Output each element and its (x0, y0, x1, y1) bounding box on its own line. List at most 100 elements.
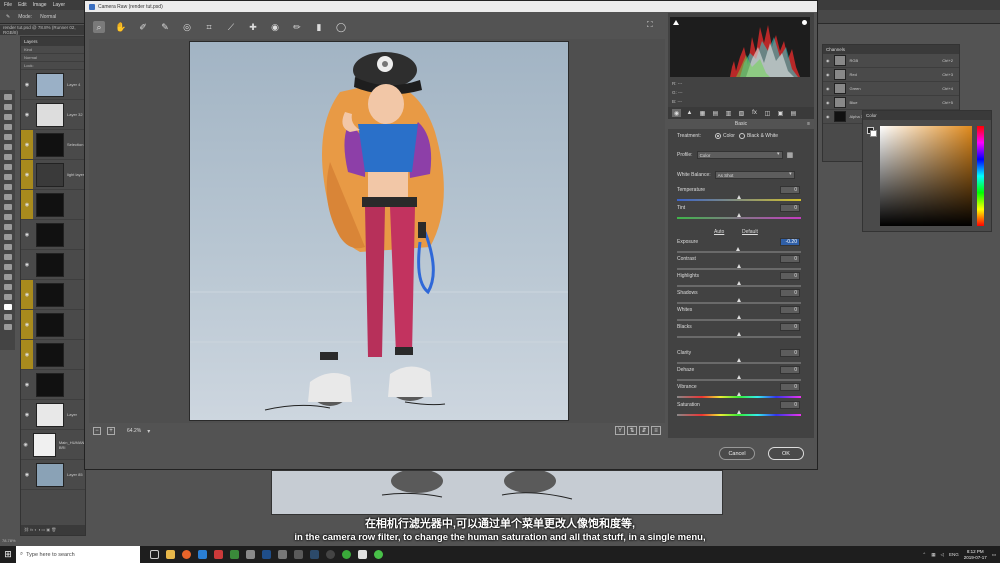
menu-image[interactable]: Image (33, 2, 47, 8)
file-explorer-icon[interactable] (166, 550, 175, 559)
before-after-toggle[interactable]: Y (615, 426, 625, 435)
slider-thumb[interactable] (737, 281, 741, 285)
visibility-eye-icon[interactable]: ◉ (21, 220, 33, 249)
effects-tab-icon[interactable]: fx (750, 109, 759, 117)
slider-value-field[interactable]: 0 (780, 366, 800, 374)
panel-menu-icon[interactable]: ≡ (807, 121, 810, 127)
slider-value-field[interactable]: 0 (780, 289, 800, 297)
default-button[interactable]: Default (742, 229, 758, 235)
app-icon[interactable] (230, 550, 239, 559)
lasso-tool-icon[interactable] (3, 114, 12, 120)
slider-value-field[interactable]: 0 (780, 204, 800, 212)
graduated-filter-icon[interactable]: ▮ (313, 21, 325, 33)
gradient-tool-icon[interactable] (3, 204, 12, 210)
zoom-in-button[interactable]: + (107, 427, 115, 435)
slider-thumb[interactable] (737, 315, 741, 319)
app-icon[interactable] (294, 550, 303, 559)
zoom-tool-icon[interactable] (3, 284, 12, 290)
channel-row[interactable]: ◉ Green Ctrl+4 (823, 82, 959, 96)
channel-row[interactable]: ◉ RGB Ctrl+2 (823, 54, 959, 68)
type-tool-icon[interactable] (3, 244, 12, 250)
document-tab[interactable]: render tut.psd @ 78.8% (Runner 02, RGB/8… (0, 25, 90, 35)
color-panel-title[interactable]: Color (863, 111, 991, 120)
brush-tool-icon[interactable] (3, 164, 12, 170)
basic-tab-icon[interactable]: ◉ (672, 109, 681, 117)
slider-track[interactable] (677, 217, 801, 219)
profile-select[interactable]: Color (696, 151, 783, 159)
app-icon[interactable] (246, 550, 255, 559)
layer-row[interactable]: ◉ Main_HUMAN BRI (21, 430, 85, 460)
layers-panel-title[interactable]: Layers (21, 37, 85, 46)
app-icon[interactable] (358, 550, 367, 559)
shadow-clipping-warning-icon[interactable] (673, 20, 679, 25)
stamp-tool-icon[interactable] (3, 174, 12, 180)
layer-row[interactable]: ◉ (21, 190, 85, 220)
treatment-bw-label[interactable]: Black & White (747, 133, 778, 139)
quick-mask-icon[interactable] (3, 314, 12, 320)
treatment-color-label[interactable]: Color (723, 133, 735, 139)
layer-row[interactable]: ◉ (21, 310, 85, 340)
slider-thumb[interactable] (737, 332, 741, 336)
zoom-level[interactable]: 64.2% (127, 428, 141, 434)
color-picker-field[interactable] (880, 126, 972, 226)
slider-thumb[interactable] (737, 195, 741, 199)
slider-value-field[interactable]: 0 (780, 401, 800, 409)
visibility-eye-icon[interactable]: ◉ (21, 310, 33, 339)
visibility-eye-icon[interactable]: ◉ (21, 460, 33, 489)
split-toning-tab-icon[interactable]: ▥ (724, 109, 733, 117)
adjustment-brush-icon[interactable]: ✏ (291, 21, 303, 33)
slider-value-field[interactable]: 0 (780, 306, 800, 314)
background-color-swatch[interactable] (870, 130, 877, 137)
red-eye-icon[interactable]: ◉ (269, 21, 281, 33)
slider-thumb[interactable] (737, 358, 741, 362)
presets-tab-icon[interactable]: ▣ (776, 109, 785, 117)
photoshop-icon[interactable] (262, 550, 271, 559)
shape-tool-icon[interactable] (3, 264, 12, 270)
healing-tool-icon[interactable] (3, 154, 12, 160)
visibility-eye-icon[interactable]: ◉ (21, 100, 33, 129)
slider-track[interactable] (677, 302, 801, 304)
app-icon[interactable] (278, 550, 287, 559)
zoom-out-button[interactable]: − (93, 427, 101, 435)
slider-value-field[interactable]: 0 (780, 272, 800, 280)
menu-edit[interactable]: Edit (18, 2, 27, 8)
snapshots-tab-icon[interactable]: ▤ (789, 109, 798, 117)
slider-value-field[interactable]: -0.20 (780, 238, 800, 246)
app-icon[interactable] (342, 550, 351, 559)
visibility-eye-icon[interactable]: ◉ (21, 130, 33, 159)
marquee-tool-icon[interactable] (3, 104, 12, 110)
slider-value-field[interactable]: 0 (780, 383, 800, 391)
dodge-tool-icon[interactable] (3, 224, 12, 230)
layer-row[interactable]: ◉ (21, 370, 85, 400)
visibility-eye-icon[interactable]: ◉ (21, 430, 30, 459)
highlight-clipping-warning-icon[interactable] (802, 20, 807, 25)
slider-thumb[interactable] (737, 298, 741, 302)
move-tool-icon[interactable] (3, 94, 12, 100)
visibility-eye-icon[interactable]: ◉ (21, 70, 33, 99)
layer-row[interactable]: ◉ (21, 340, 85, 370)
hue-slider[interactable] (977, 126, 984, 226)
quick-select-tool-icon[interactable] (3, 124, 12, 130)
treatment-color-radio[interactable] (715, 133, 721, 139)
cancel-button[interactable]: Cancel (719, 447, 755, 460)
network-icon[interactable]: ▦ (931, 552, 935, 558)
radial-filter-icon[interactable]: ◯ (335, 21, 347, 33)
menu-file[interactable]: File (4, 2, 12, 8)
visibility-eye-icon[interactable]: ◉ (21, 370, 33, 399)
slider-track[interactable] (677, 319, 801, 321)
tone-curve-tab-icon[interactable]: ▲ (685, 109, 694, 117)
zoom-dropdown-icon[interactable]: ▾ (147, 428, 150, 435)
hsl-tab-icon[interactable]: ▤ (711, 109, 720, 117)
app-icon[interactable] (374, 550, 383, 559)
slider-track[interactable] (677, 268, 801, 270)
input-language[interactable]: ENG (949, 552, 959, 557)
white-balance-tool-icon[interactable]: ✐ (137, 21, 149, 33)
layer-row[interactable]: ◉ Layer (21, 400, 85, 430)
notifications-icon[interactable]: ▭ (992, 552, 996, 558)
visibility-eye-icon[interactable]: ◉ (826, 114, 830, 119)
layer-row[interactable]: ◉ Layer 4 (21, 70, 85, 100)
profile-browser-icon[interactable]: ▦ (787, 151, 794, 159)
ok-button[interactable]: OK (768, 447, 804, 460)
hand-tool-icon[interactable]: ✋ (115, 21, 127, 33)
channels-panel-title[interactable]: Channels (823, 45, 959, 54)
